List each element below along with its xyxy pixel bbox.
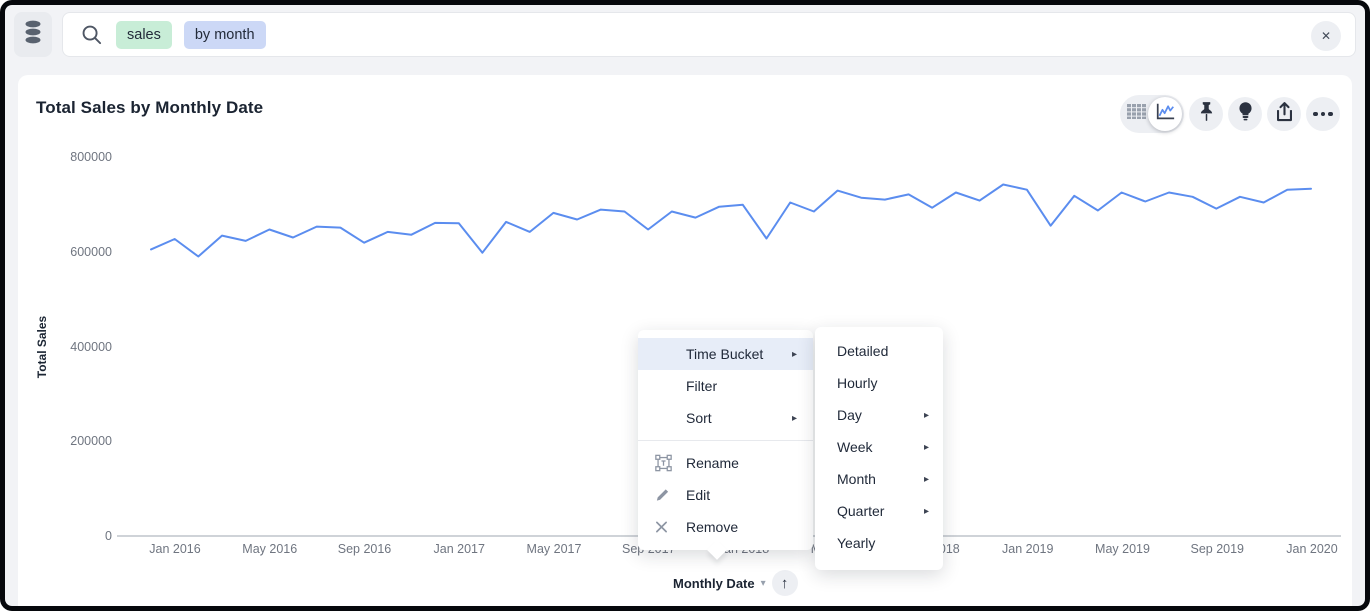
- menu-item-filter[interactable]: Filter: [638, 370, 813, 402]
- y-tick-label: 0: [38, 529, 112, 543]
- y-tick-label: 200000: [38, 434, 112, 448]
- x-tick-label: Jan 2017: [434, 542, 485, 556]
- y-tick-label: 600000: [38, 245, 112, 259]
- pin-button[interactable]: [1189, 97, 1223, 131]
- x-tick-label: May 2017: [527, 542, 582, 556]
- menu-item-label: Yearly: [837, 535, 875, 551]
- chart-view-button[interactable]: [1148, 97, 1182, 131]
- menu-item-time-bucket[interactable]: Time Bucket ▸: [638, 338, 813, 370]
- submenu-arrow-icon: ▸: [924, 506, 929, 517]
- sort-ascending-button[interactable]: ↑: [772, 570, 798, 596]
- time-bucket-submenu: Detailed Hourly Day ▸ Week ▸ Month ▸ Quarter ▸ Yea…: [815, 327, 943, 570]
- search-input[interactable]: sales by month ✕: [62, 12, 1356, 57]
- submenu-arrow-icon: ▸: [792, 349, 797, 360]
- menu-item-label: Quarter: [837, 503, 884, 519]
- time-bucket-submenu-items: Detailed Hourly Day ▸ Week ▸ Month ▸ Quarter ▸ Yea…: [815, 335, 943, 559]
- export-icon: [1275, 101, 1294, 127]
- lightbulb-icon: [1237, 101, 1254, 128]
- menu-divider: [638, 440, 813, 441]
- submenu-arrow-icon: ▸: [924, 474, 929, 485]
- menu-item-label: Week: [837, 439, 873, 455]
- menu-item-label: Sort: [686, 410, 712, 426]
- menu-item-label: Remove: [686, 519, 738, 535]
- menu-item-label: Filter: [686, 378, 717, 394]
- x-tick-label: Jan 2020: [1286, 542, 1337, 556]
- menu-item-label: Hourly: [837, 375, 877, 391]
- line-chart-icon: [1155, 102, 1176, 126]
- x-tick-label: Sep 2016: [338, 542, 392, 556]
- menu-item-label: Edit: [686, 487, 710, 503]
- x-tick-label: Jan 2019: [1002, 542, 1053, 556]
- menu-item-yearly[interactable]: Yearly: [815, 527, 943, 559]
- x-axis-field-label[interactable]: Monthly Date: [673, 576, 755, 591]
- remove-icon: [655, 521, 668, 534]
- submenu-arrow-icon: ▸: [924, 442, 929, 453]
- more-button[interactable]: [1306, 97, 1340, 131]
- search-icon: [80, 23, 103, 46]
- x-tick-label: Jan 2016: [149, 542, 200, 556]
- x-tick-label: Sep 2019: [1190, 542, 1244, 556]
- ellipsis-icon: [1313, 112, 1333, 117]
- table-icon: [1127, 104, 1146, 124]
- export-button[interactable]: [1267, 97, 1301, 131]
- menu-item-day[interactable]: Day ▸: [815, 399, 943, 431]
- clear-search-button[interactable]: ✕: [1311, 21, 1341, 51]
- chart-toolbar: [1120, 95, 1340, 133]
- menu-item-quarter[interactable]: Quarter ▸: [815, 495, 943, 527]
- menu-item-label: Time Bucket: [686, 346, 763, 362]
- menu-item-label: Rename: [686, 455, 739, 471]
- insights-button[interactable]: [1228, 97, 1262, 131]
- edit-icon: [655, 488, 670, 503]
- field-context-menu: Time Bucket ▸ Filter Sort ▸ Rename Edit Remove: [638, 330, 813, 550]
- sales-line: [151, 185, 1311, 257]
- menu-item-sort[interactable]: Sort ▸: [638, 402, 813, 434]
- menu-item-label: Month: [837, 471, 876, 487]
- field-context-menu-items: Time Bucket ▸ Filter Sort ▸ Rename Edit Remove: [638, 338, 813, 543]
- menu-item-edit[interactable]: Edit: [638, 479, 813, 511]
- menu-item-month[interactable]: Month ▸: [815, 463, 943, 495]
- data-source-button[interactable]: [14, 12, 52, 57]
- search-token-sales[interactable]: sales: [116, 21, 172, 49]
- screenshot-frame: sales by month ✕ Total Sales by Monthly …: [0, 0, 1370, 611]
- y-tick-label: 400000: [38, 340, 112, 354]
- menu-item-detailed[interactable]: Detailed: [815, 335, 943, 367]
- menu-item-hourly[interactable]: Hourly: [815, 367, 943, 399]
- menu-item-label: Detailed: [837, 343, 888, 359]
- menu-item-week[interactable]: Week ▸: [815, 431, 943, 463]
- submenu-arrow-icon: ▸: [924, 410, 929, 421]
- rename-icon: [655, 455, 672, 472]
- x-tick-label: May 2016: [242, 542, 297, 556]
- y-tick-label: 800000: [38, 150, 112, 164]
- pin-icon: [1199, 101, 1214, 127]
- menu-item-rename[interactable]: Rename: [638, 447, 813, 479]
- search-token-by-month[interactable]: by month: [184, 21, 266, 49]
- chevron-down-icon[interactable]: ▾: [761, 578, 766, 589]
- database-icon: [23, 19, 43, 50]
- view-toggle: [1120, 95, 1184, 133]
- x-tick-label: May 2019: [1095, 542, 1150, 556]
- menu-item-label: Day: [837, 407, 862, 423]
- chart-title: Total Sales by Monthly Date: [36, 98, 263, 118]
- arrow-up-icon: ↑: [781, 575, 789, 592]
- x-axis-field-control: Monthly Date ▾ ↑: [673, 570, 798, 596]
- app-window: sales by month ✕ Total Sales by Monthly …: [5, 5, 1365, 606]
- menu-item-remove[interactable]: Remove: [638, 511, 813, 543]
- submenu-arrow-icon: ▸: [792, 413, 797, 424]
